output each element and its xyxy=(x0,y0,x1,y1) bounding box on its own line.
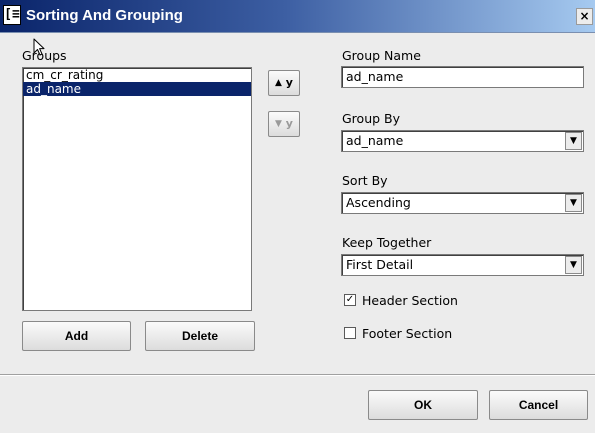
close-button[interactable]: × xyxy=(576,8,593,25)
list-item-ad-name[interactable]: ad_name xyxy=(23,82,251,96)
list-item-cm-cr-rating[interactable]: cm_cr_rating xyxy=(23,68,251,82)
group-by-value: ad_name xyxy=(346,133,404,148)
checkbox-checked-icon[interactable]: ✓ xyxy=(344,294,356,306)
group-name-input[interactable]: ad_name xyxy=(341,66,584,88)
sort-by-value: Ascending xyxy=(346,195,411,210)
group-name-label: Group Name xyxy=(342,48,421,63)
footer-section-label: Footer Section xyxy=(362,326,453,341)
window-app-icon[interactable]: [≡ xyxy=(3,5,21,25)
cancel-button[interactable]: Cancel xyxy=(489,390,588,420)
keep-together-select[interactable]: First Detail ▼ xyxy=(341,254,584,276)
header-section-label: Header Section xyxy=(362,293,458,308)
group-name-value: ad_name xyxy=(346,69,404,84)
close-icon: × xyxy=(579,9,590,23)
ok-button[interactable]: OK xyxy=(368,390,478,420)
keep-together-label: Keep Together xyxy=(342,235,432,250)
delete-button[interactable]: Delete xyxy=(145,321,255,351)
keep-together-value: First Detail xyxy=(346,257,414,272)
move-up-button[interactable]: ▲ y xyxy=(268,70,300,96)
move-down-button[interactable]: ▼ y xyxy=(268,111,300,137)
window-title: Sorting And Grouping xyxy=(26,7,183,24)
title-bar[interactable]: [≡ Sorting And Grouping × xyxy=(0,0,595,33)
add-button[interactable]: Add xyxy=(22,321,131,351)
arrow-down-icon: ▼ xyxy=(275,119,282,129)
mouse-cursor-icon xyxy=(33,38,45,56)
chevron-down-icon[interactable]: ▼ xyxy=(565,194,582,212)
checkbox-unchecked-icon[interactable] xyxy=(344,327,356,339)
group-by-select[interactable]: ad_name ▼ xyxy=(341,130,584,152)
groups-listbox[interactable]: cm_cr_rating ad_name xyxy=(22,67,252,311)
chevron-down-icon[interactable]: ▼ xyxy=(565,256,582,274)
group-by-label: Group By xyxy=(342,111,401,126)
sort-by-label: Sort By xyxy=(342,173,388,188)
chevron-down-icon[interactable]: ▼ xyxy=(565,132,582,150)
sort-by-select[interactable]: Ascending ▼ xyxy=(341,192,584,214)
arrow-up-icon: ▲ xyxy=(275,78,282,88)
